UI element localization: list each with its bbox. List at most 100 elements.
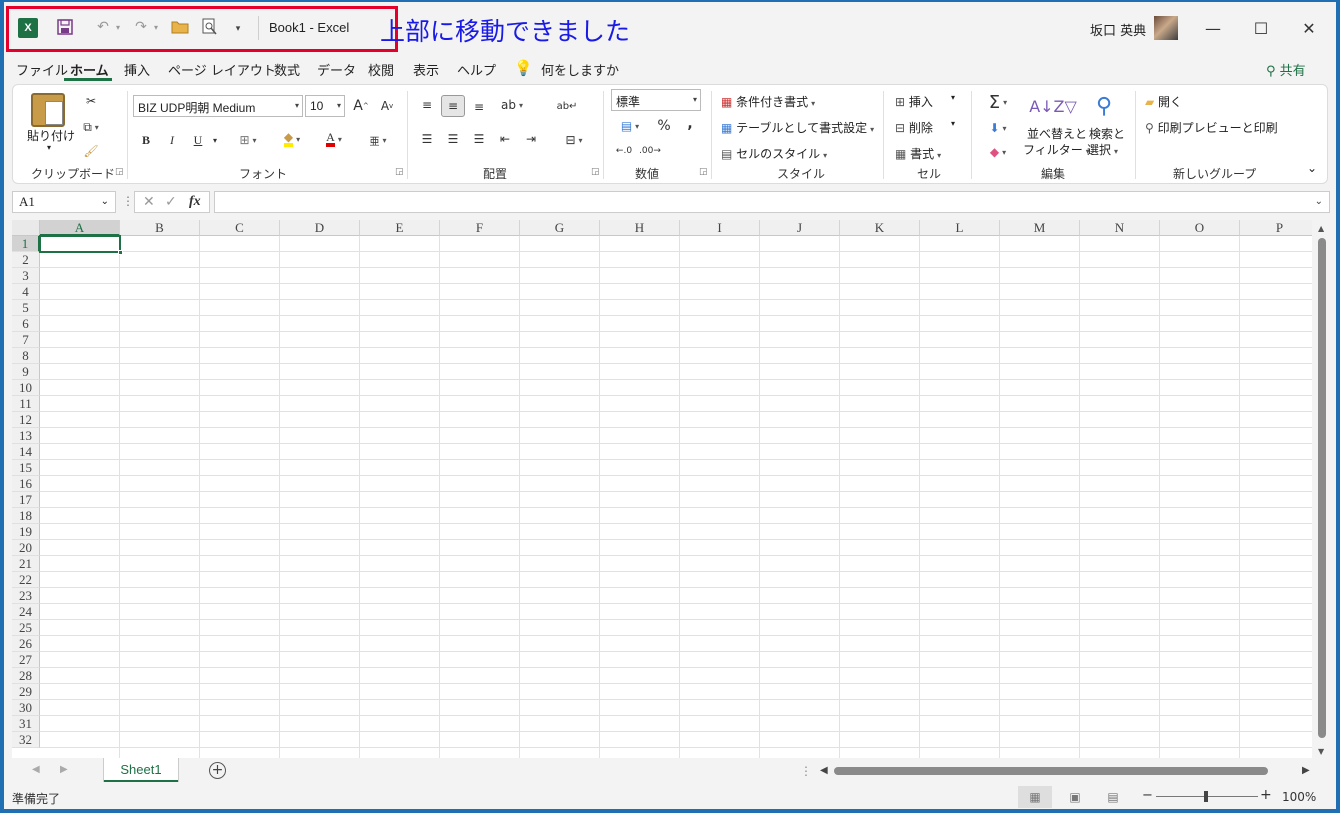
close-button[interactable]: ✕ xyxy=(1286,12,1332,44)
sheet-tab[interactable]: Sheet1 xyxy=(104,758,178,782)
phonetic-guide-icon[interactable]: 亜 ▾ xyxy=(361,129,395,151)
number-launcher-icon[interactable]: ◲ xyxy=(699,167,708,177)
column-header[interactable]: E xyxy=(360,220,440,236)
tab-help[interactable]: ヘルプ xyxy=(457,60,496,79)
tab-insert[interactable]: 挿入 xyxy=(124,60,150,79)
enter-icon[interactable]: ✓ xyxy=(165,194,177,210)
select-all-button[interactable] xyxy=(12,220,40,236)
tab-formulas[interactable]: 数式 xyxy=(274,60,300,79)
align-bottom-icon[interactable]: ≡ xyxy=(469,97,489,117)
find-select-label-2[interactable]: 選択 ▾ xyxy=(1087,141,1118,158)
row-header[interactable]: 22 xyxy=(12,572,40,588)
share-button[interactable]: ⚲ 共有 xyxy=(1266,60,1306,79)
increase-indent-icon[interactable]: ⇥ xyxy=(521,129,541,149)
prev-sheet-icon[interactable]: ◀ xyxy=(32,764,40,775)
row-header[interactable]: 24 xyxy=(12,604,40,620)
maximize-button[interactable]: ☐ xyxy=(1238,12,1284,44)
tab-page-layout[interactable]: ページ レイアウト xyxy=(168,60,276,79)
tab-home[interactable]: ホーム xyxy=(70,60,109,79)
column-header[interactable]: O xyxy=(1160,220,1240,236)
scroll-left-icon[interactable]: ◀ xyxy=(820,765,828,776)
column-header[interactable]: K xyxy=(840,220,920,236)
row-header[interactable]: 31 xyxy=(12,716,40,732)
conditional-formatting-button[interactable]: ▦ 条件付き書式 ▾ xyxy=(721,93,815,110)
row-header[interactable]: 19 xyxy=(12,524,40,540)
formula-bar-grip-icon[interactable]: ⋮ xyxy=(122,194,134,208)
row-header[interactable]: 23 xyxy=(12,588,40,604)
vertical-scrollbar[interactable]: ▲ ▼ xyxy=(1314,220,1330,758)
next-sheet-icon[interactable]: ▶ xyxy=(60,764,68,775)
row-header[interactable]: 13 xyxy=(12,428,40,444)
fill-color-icon[interactable]: ◆ ▾ xyxy=(275,127,309,151)
sort-filter-icon[interactable]: A↓Z▽ xyxy=(1029,89,1077,123)
add-sheet-button[interactable]: + xyxy=(209,762,226,779)
column-header[interactable]: C xyxy=(200,220,280,236)
page-layout-view-icon[interactable]: ▣ xyxy=(1058,786,1092,808)
zoom-level[interactable]: 100% xyxy=(1282,790,1316,804)
increase-font-icon[interactable]: A ^ xyxy=(351,95,371,117)
bold-button[interactable]: B xyxy=(137,129,155,151)
column-header[interactable]: H xyxy=(600,220,680,236)
fill-handle[interactable] xyxy=(118,250,123,255)
row-header[interactable]: 21 xyxy=(12,556,40,572)
column-header[interactable]: B xyxy=(120,220,200,236)
row-header[interactable]: 3 xyxy=(12,268,40,284)
clear-icon[interactable]: ◆ ▾ xyxy=(981,141,1015,163)
row-header[interactable]: 14 xyxy=(12,444,40,460)
cell-area[interactable] xyxy=(40,236,1312,758)
font-size-select[interactable]: 10 ▾ xyxy=(305,95,345,117)
column-header[interactable]: J xyxy=(760,220,840,236)
column-header[interactable]: I xyxy=(680,220,760,236)
zoom-in-button[interactable]: + xyxy=(1260,787,1272,803)
worksheet-grid[interactable]: ABCDEFGHIJKLMNOP 1 2 3 4 5 6 7 8 9 10 11 12 13 14 15 16… xyxy=(12,220,1312,758)
delete-dropdown-icon[interactable]: ▾ xyxy=(951,119,955,128)
vertical-scroll-thumb[interactable] xyxy=(1318,238,1326,738)
italic-button[interactable]: I xyxy=(163,129,181,151)
column-header[interactable]: F xyxy=(440,220,520,236)
avatar[interactable] xyxy=(1154,16,1178,40)
cut-icon[interactable]: ✂ xyxy=(81,91,101,111)
row-header[interactable]: 17 xyxy=(12,492,40,508)
row-header[interactable]: 25 xyxy=(12,620,40,636)
decrease-indent-icon[interactable]: ⇤ xyxy=(495,129,515,149)
row-header[interactable]: 10 xyxy=(12,380,40,396)
borders-icon[interactable]: ⊞ ▾ xyxy=(231,129,265,151)
row-header[interactable]: 7 xyxy=(12,332,40,348)
cancel-icon[interactable]: ✕ xyxy=(143,194,155,210)
search-icon[interactable]: ⚲ xyxy=(1089,89,1119,123)
tab-data[interactable]: データ xyxy=(317,60,356,79)
sort-filter-label-1[interactable]: 並べ替えと xyxy=(1027,125,1087,142)
expand-formula-icon[interactable]: ⌄ xyxy=(1315,196,1323,207)
orientation-icon[interactable]: ab ▾ xyxy=(495,95,529,115)
find-select-label-1[interactable]: 検索と xyxy=(1089,125,1125,142)
insert-cells-button[interactable]: ⊞ 挿入 xyxy=(895,93,933,110)
column-header[interactable]: D xyxy=(280,220,360,236)
increase-decimal-icon[interactable]: ←.0 xyxy=(613,141,635,161)
row-header[interactable]: 26 xyxy=(12,636,40,652)
scroll-down-icon[interactable]: ▼ xyxy=(1318,747,1324,756)
minimize-button[interactable]: — xyxy=(1190,12,1236,44)
row-header[interactable]: 4 xyxy=(12,284,40,300)
fill-icon[interactable]: ⬇ ▾ xyxy=(981,117,1015,139)
row-header[interactable]: 1 xyxy=(12,236,40,252)
font-color-icon[interactable]: A ▾ xyxy=(317,127,351,151)
underline-dropdown-icon[interactable]: ▾ xyxy=(209,129,221,151)
column-header[interactable]: P xyxy=(1240,220,1312,236)
row-header[interactable]: 20 xyxy=(12,540,40,556)
sort-filter-label-2[interactable]: フィルター ▾ xyxy=(1023,141,1090,158)
row-header[interactable]: 5 xyxy=(12,300,40,316)
format-painter-icon[interactable]: 🖌 xyxy=(81,141,101,161)
font-launcher-icon[interactable]: ◲ xyxy=(395,167,404,177)
insert-dropdown-icon[interactable]: ▾ xyxy=(951,93,955,102)
lightbulb-icon[interactable]: 💡 xyxy=(514,59,533,77)
alignment-launcher-icon[interactable]: ◲ xyxy=(591,167,600,177)
comma-style-button[interactable]: , xyxy=(681,113,699,135)
row-header[interactable]: 11 xyxy=(12,396,40,412)
tab-file[interactable]: ファイル xyxy=(16,60,68,79)
column-header[interactable]: G xyxy=(520,220,600,236)
active-cell[interactable] xyxy=(39,235,123,255)
tab-split-grip-icon[interactable]: ⋮ xyxy=(800,764,812,778)
align-top-icon[interactable]: ≡ xyxy=(417,95,437,115)
wrap-text-icon[interactable]: ab↵ xyxy=(557,95,578,117)
horizontal-scroll-thumb[interactable] xyxy=(834,767,1268,775)
